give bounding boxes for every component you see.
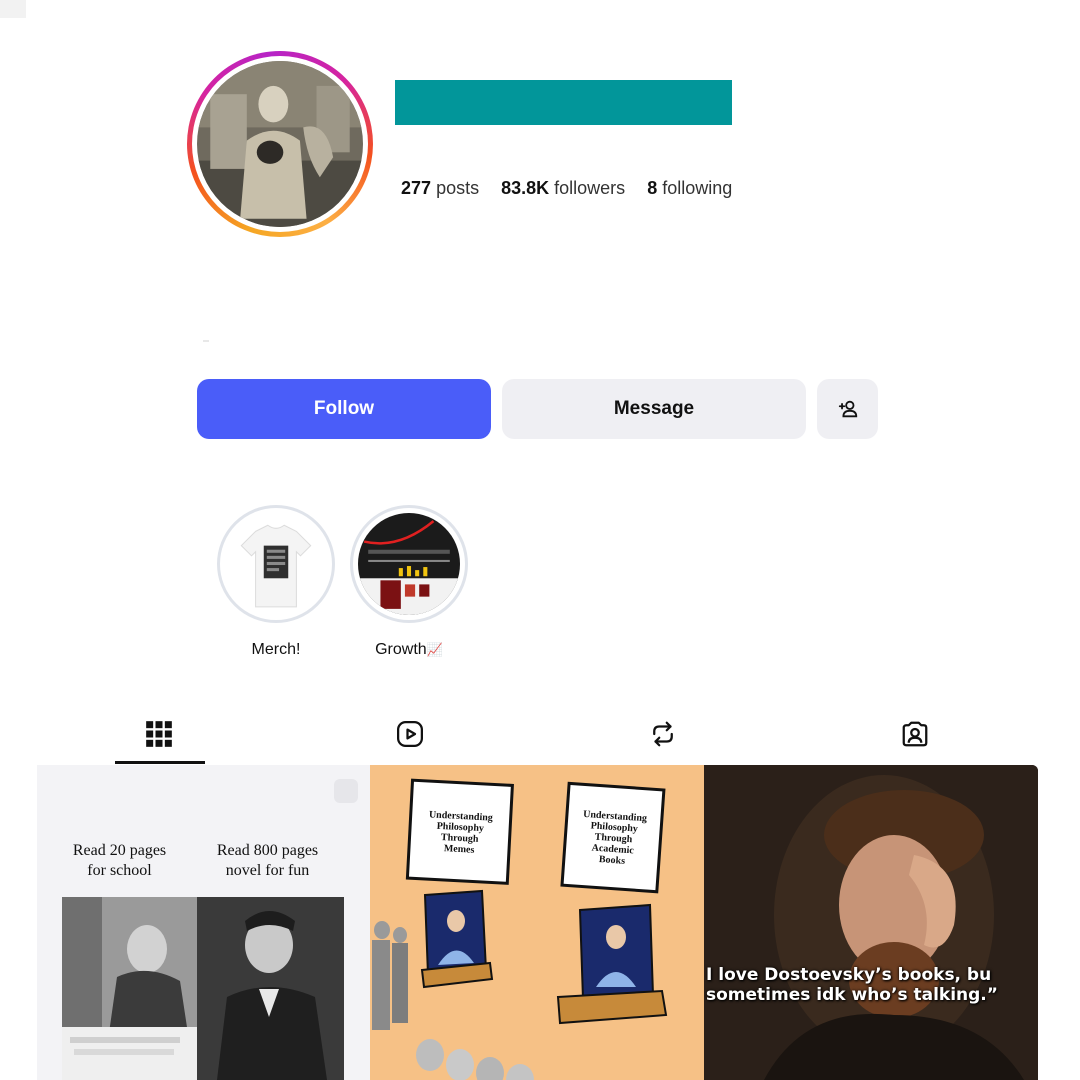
following-count: 8 bbox=[647, 178, 658, 198]
analytics-screenshot bbox=[358, 513, 460, 615]
tab-posts[interactable] bbox=[141, 716, 177, 752]
posts-label: posts bbox=[436, 178, 480, 198]
tab-reposts[interactable] bbox=[645, 716, 681, 752]
tab-tagged[interactable] bbox=[897, 716, 933, 752]
highlight-growth[interactable]: Growth📈 bbox=[350, 505, 468, 659]
active-tab-indicator bbox=[115, 761, 205, 764]
message-button[interactable]: Message bbox=[502, 379, 806, 439]
chart-increasing-emoji: 📈 bbox=[426, 642, 443, 657]
follow-button[interactable]: Follow bbox=[197, 379, 491, 439]
quote-line-2: sometimes idk who’s talking.” bbox=[706, 985, 998, 1005]
posts-stat[interactable]: 277 posts bbox=[401, 178, 479, 199]
tshirt-image bbox=[225, 513, 327, 615]
comic-sign-right: Understanding Philosophy Through Academi… bbox=[582, 808, 648, 867]
bio-placeholder bbox=[203, 340, 209, 342]
meme-photo-right bbox=[197, 897, 344, 1080]
meme-photo-left bbox=[62, 897, 197, 1080]
posts-grid: Read 20 pages for school Read 800 pages … bbox=[37, 765, 1038, 1080]
tab-reels[interactable] bbox=[392, 716, 428, 752]
profile-stats: 277 posts 83.8K followers 8 following bbox=[401, 178, 732, 199]
grid-icon bbox=[146, 721, 172, 747]
add-user-icon bbox=[838, 400, 857, 418]
followers-count: 83.8K bbox=[501, 178, 550, 198]
reel-badge-icon bbox=[334, 779, 358, 803]
profile-avatar[interactable] bbox=[187, 51, 373, 237]
post-tile[interactable]: I love Dostoevsky’s books, bu sometimes … bbox=[704, 765, 1038, 1080]
meme-caption-right: Read 800 pages novel for fun bbox=[216, 842, 319, 879]
comic-sign-left: Understanding Philosophy Through Memes bbox=[428, 809, 494, 856]
followers-label: followers bbox=[554, 178, 626, 198]
highlight-label-text: Growth bbox=[375, 641, 427, 658]
quote-text: I love Dostoevsky’s books, bu sometimes … bbox=[704, 965, 1038, 1005]
corner-mark bbox=[0, 0, 26, 18]
suggest-users-button[interactable] bbox=[817, 379, 878, 439]
username-redaction bbox=[395, 80, 732, 125]
painting-image bbox=[704, 765, 1038, 1080]
highlight-label: Merch! bbox=[251, 641, 301, 658]
following-stat[interactable]: 8 following bbox=[647, 178, 732, 199]
followers-stat[interactable]: 83.8K followers bbox=[501, 178, 625, 199]
repost-icon bbox=[653, 721, 673, 747]
meme-caption-left: Read 20 pages for school bbox=[72, 842, 167, 879]
posts-count: 277 bbox=[401, 178, 432, 198]
quote-line-1: I love Dostoevsky’s books, bu bbox=[706, 965, 992, 985]
reels-play-icon bbox=[397, 721, 423, 747]
highlight-merch[interactable]: Merch! bbox=[217, 505, 335, 659]
post-tile[interactable]: Read 20 pages for school Read 800 pages … bbox=[37, 765, 370, 1080]
avatar-photo bbox=[197, 61, 363, 227]
highlight-label: Growth📈 bbox=[350, 641, 468, 659]
tagged-person-icon bbox=[902, 721, 928, 747]
post-tile[interactable]: Understanding Philosophy Through Memes U… bbox=[370, 765, 704, 1080]
following-label: following bbox=[662, 178, 733, 198]
